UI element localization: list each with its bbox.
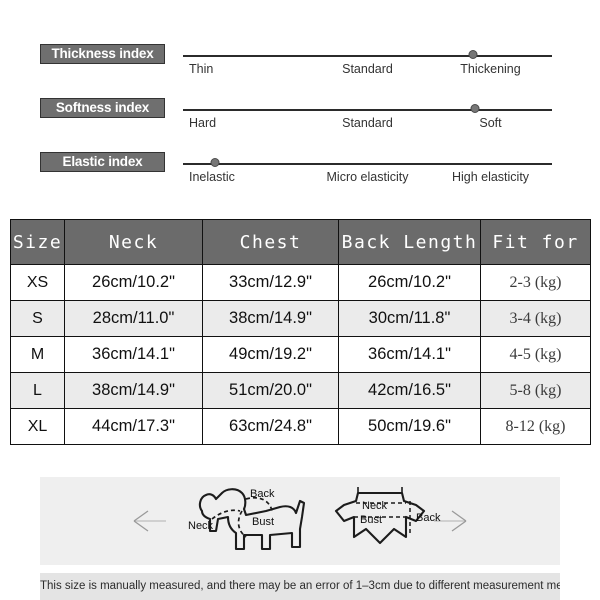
slider-tick-label: Standard: [342, 116, 393, 130]
slider-thumb-thickness[interactable]: [468, 50, 478, 59]
garment-label-neck: Neck: [362, 500, 388, 512]
garment-label-bust: Bust: [360, 514, 382, 526]
column-header-chest: Chest: [202, 219, 339, 265]
cell-size: M: [10, 336, 65, 373]
cell-chest: 33cm/12.9": [202, 264, 339, 301]
slider-ticks: Hard Standard Soft: [183, 116, 552, 130]
slider-tick-label: Thin: [189, 62, 214, 76]
dog-label-bust: Bust: [252, 516, 274, 528]
table-header-row: Size Neck Chest Back Length Fit for: [10, 219, 591, 265]
cell-neck: 38cm/14.9": [64, 372, 203, 409]
slider-tick-label: Standard: [342, 62, 393, 76]
cell-neck: 44cm/17.3": [64, 408, 203, 445]
table-row: L 38cm/14.9" 51cm/20.0" 42cm/16.5" 5-8 (…: [10, 372, 591, 409]
cell-neck: 28cm/11.0": [64, 300, 203, 337]
table-row: XL 44cm/17.3" 63cm/24.8" 50cm/19.6" 8-12…: [10, 408, 591, 445]
cell-back-length: 42cm/16.5": [338, 372, 481, 409]
index-row-thickness: Thickness index Thin Standard Thickening: [0, 40, 600, 94]
cell-back-length: 26cm/10.2": [338, 264, 481, 301]
cell-size: XS: [10, 264, 65, 301]
cell-chest: 51cm/20.0": [202, 372, 339, 409]
slider-track: [183, 163, 552, 165]
arrow-left-icon[interactable]: [128, 499, 172, 543]
cell-fit-for: 2-3 (kg): [480, 264, 591, 301]
table-row: XS 26cm/10.2" 33cm/12.9" 26cm/10.2" 2-3 …: [10, 264, 591, 301]
index-label-elastic: Elastic index: [40, 152, 165, 172]
dog-label-neck: Neck: [188, 520, 214, 532]
slider-track: [183, 109, 552, 111]
cell-fit-for: 4-5 (kg): [480, 336, 591, 373]
column-header-fit-for: Fit for: [480, 219, 591, 265]
slider-tick-label: Soft: [479, 116, 502, 130]
index-row-softness: Softness index Hard Standard Soft: [0, 94, 600, 148]
index-section: Thickness index Thin Standard Thickening…: [0, 0, 600, 200]
cell-neck: 36cm/14.1": [64, 336, 203, 373]
cell-chest: 49cm/19.2": [202, 336, 339, 373]
slider-thickness[interactable]: Thin Standard Thickening: [183, 40, 552, 94]
slider-tick-label: Hard: [189, 116, 217, 130]
column-header-back-length: Back Length: [338, 219, 481, 265]
index-label-softness: Softness index: [40, 98, 165, 118]
slider-softness[interactable]: Hard Standard Soft: [183, 94, 552, 148]
cell-chest: 38cm/14.9": [202, 300, 339, 337]
column-header-size: Size: [10, 219, 65, 265]
cell-back-length: 36cm/14.1": [338, 336, 481, 373]
slider-thumb-softness[interactable]: [470, 104, 480, 113]
index-row-elastic: Elastic index Inelastic Micro elasticity…: [0, 148, 600, 202]
measurement-illustration-band: Back Bust Neck Neck Bust Back: [40, 477, 560, 565]
index-label-thickness: Thickness index: [40, 44, 165, 64]
slider-thumb-elastic[interactable]: [210, 158, 220, 167]
dog-label-back: Back: [250, 488, 275, 500]
cell-fit-for: 8-12 (kg): [480, 408, 591, 445]
cell-back-length: 30cm/11.8": [338, 300, 481, 337]
table-row: S 28cm/11.0" 38cm/14.9" 30cm/11.8" 3-4 (…: [10, 300, 591, 337]
measurement-disclaimer: This size is manually measured, and ther…: [40, 573, 560, 600]
slider-tick-label: Thickening: [460, 62, 521, 76]
cell-fit-for: 3-4 (kg): [480, 300, 591, 337]
cell-back-length: 50cm/19.6": [338, 408, 481, 445]
cell-size: XL: [10, 408, 65, 445]
column-header-neck: Neck: [64, 219, 203, 265]
slider-ticks: Inelastic Micro elasticity High elastici…: [183, 170, 552, 184]
cell-size: L: [10, 372, 65, 409]
dog-measurement-diagram: Back Bust Neck: [188, 488, 306, 551]
cell-neck: 26cm/10.2": [64, 264, 203, 301]
slider-tick-label: Micro elasticity: [326, 170, 409, 184]
garment-label-back: Back: [416, 512, 441, 524]
garment-measurement-diagram: Neck Bust Back: [334, 487, 441, 545]
slider-track: [183, 55, 552, 57]
slider-ticks: Thin Standard Thickening: [183, 62, 552, 76]
table-row: M 36cm/14.1" 49cm/19.2" 36cm/14.1" 4-5 (…: [10, 336, 591, 373]
slider-tick-label: High elasticity: [451, 170, 530, 184]
slider-elastic[interactable]: Inelastic Micro elasticity High elastici…: [183, 148, 552, 202]
cell-fit-for: 5-8 (kg): [480, 372, 591, 409]
size-chart-table: Size Neck Chest Back Length Fit for XS 2…: [10, 219, 591, 445]
cell-chest: 63cm/24.8": [202, 408, 339, 445]
cell-size: S: [10, 300, 65, 337]
slider-tick-label: Inelastic: [189, 170, 235, 184]
